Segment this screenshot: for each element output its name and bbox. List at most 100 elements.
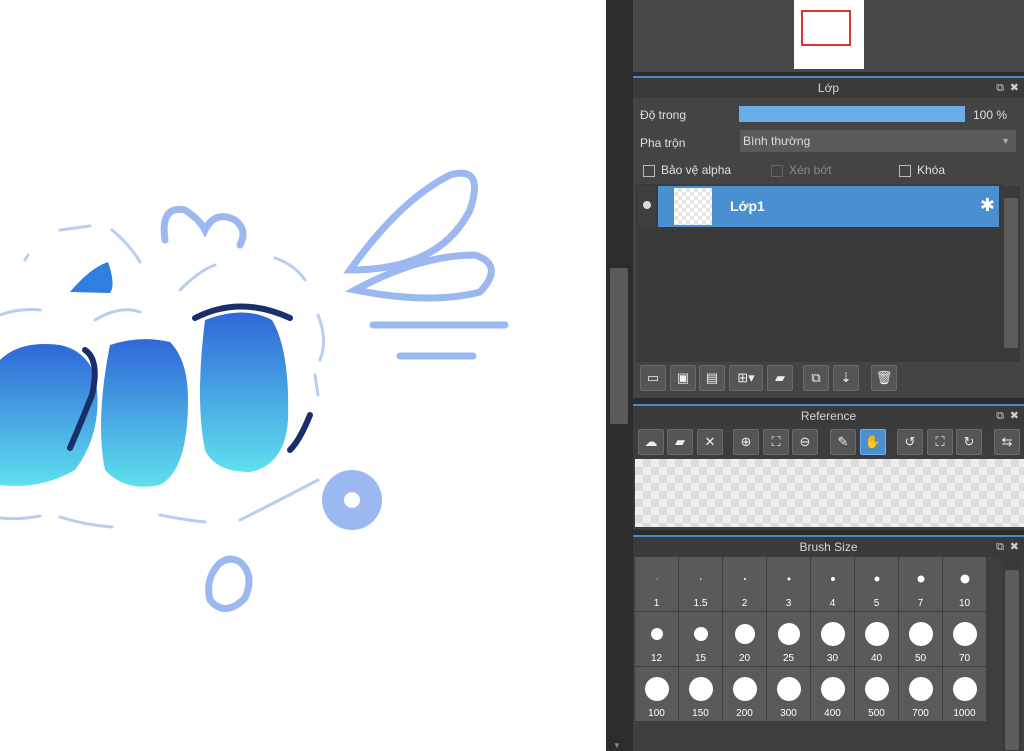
upload-icon[interactable]: ☁ (638, 429, 664, 455)
protect-alpha-label: Bảo vệ alpha (661, 163, 732, 177)
new-layer-icon[interactable]: ▭ (640, 365, 666, 391)
rotate-right-icon[interactable]: ↻ (956, 429, 982, 455)
brush-size-cell[interactable]: 100 (635, 667, 678, 721)
brush-size-cell[interactable]: 400 (811, 667, 854, 721)
layer-panel-title: Lớp ⧉ ✖ (633, 76, 1024, 98)
duplicate-layer-icon[interactable]: ⧉ (803, 365, 829, 391)
folder-icon[interactable]: ▰ (767, 365, 793, 391)
brush-size-label: 100 (648, 708, 665, 719)
close-icon[interactable]: ✖ (1010, 406, 1019, 426)
brush-size-cell[interactable]: 300 (767, 667, 810, 721)
new-layer-8bit-icon[interactable]: ▣ (670, 365, 696, 391)
brush-size-dot-icon (699, 578, 702, 580)
brush-size-cell[interactable]: 1 (635, 557, 678, 611)
brush-size-label: 2 (741, 598, 748, 609)
brush-size-label: 200 (736, 708, 753, 719)
brush-size-cell[interactable]: 20 (723, 612, 766, 666)
reference-image-area[interactable] (635, 459, 1024, 527)
blend-mode-value: Bình thường (743, 134, 811, 148)
trash-icon[interactable]: 🗑 (871, 365, 897, 391)
brush-size-label: 1 (653, 598, 660, 609)
brush-size-label: 50 (914, 653, 927, 664)
gear-icon[interactable]: ✱ (980, 195, 995, 216)
brush-size-cell[interactable]: 200 (723, 667, 766, 721)
brush-size-cell[interactable]: 1.5 (679, 557, 722, 611)
layer-row[interactable]: Lớp1 ✱ (658, 186, 999, 227)
brush-size-cell[interactable]: 50 (899, 612, 942, 666)
brush-size-label: 30 (826, 653, 839, 664)
close-icon[interactable]: ✖ (1010, 78, 1019, 98)
eyedropper-icon[interactable]: ✎ (830, 429, 856, 455)
brush-size-dot-icon (777, 623, 800, 645)
brush-size-cell[interactable]: 12 (635, 612, 678, 666)
new-layer-1bit-icon[interactable]: ▤ (699, 365, 725, 391)
fit-icon[interactable]: ⛶ (763, 429, 789, 455)
opacity-slider[interactable] (739, 106, 965, 122)
merge-layer-icon[interactable]: ⇣ (833, 365, 859, 391)
brush-size-label: 20 (738, 653, 751, 664)
brush-size-cell[interactable]: 30 (811, 612, 854, 666)
brush-size-cell[interactable]: 25 (767, 612, 810, 666)
visibility-dot-icon (643, 201, 651, 209)
lock-checkbox[interactable]: Khóa (899, 163, 945, 177)
rotate-left-icon[interactable]: ↺ (897, 429, 923, 455)
brush-size-cell[interactable]: 10 (943, 557, 986, 611)
close-icon[interactable]: ✖ (1010, 537, 1019, 557)
brush-size-dot-icon (693, 627, 708, 641)
brush-size-label: 300 (780, 708, 797, 719)
fullscreen-icon[interactable]: ⛶ (927, 429, 953, 455)
brush-size-cell[interactable]: 500 (855, 667, 898, 721)
reference-panel-title-text: Reference (800, 409, 857, 423)
brush-size-cell[interactable]: 2 (723, 557, 766, 611)
zoom-in-icon[interactable]: ⊕ (733, 429, 759, 455)
add-layer-menu-icon[interactable]: ⊞▾ (729, 365, 763, 391)
brush-size-scrollbar-thumb[interactable] (1005, 570, 1019, 750)
layer-list-scrollbar-thumb[interactable] (1004, 198, 1018, 348)
layer-list-scrollbar[interactable] (1002, 186, 1020, 362)
protect-alpha-checkbox[interactable]: Bảo vệ alpha (643, 163, 731, 177)
brush-size-dot-icon (908, 622, 933, 646)
brush-size-cell[interactable]: 1000 (943, 667, 986, 721)
undock-icon[interactable]: ⧉ (996, 78, 1004, 98)
drawing-canvas[interactable] (0, 0, 606, 751)
brush-size-dot-icon (644, 677, 669, 701)
open-folder-icon[interactable]: ▰ (667, 429, 693, 455)
hand-icon[interactable]: ✋ (860, 429, 886, 455)
brush-size-cell[interactable]: 70 (943, 612, 986, 666)
brush-size-cell[interactable]: 5 (855, 557, 898, 611)
brush-size-cell[interactable]: 40 (855, 612, 898, 666)
brush-size-dot-icon (864, 677, 889, 701)
undock-icon[interactable]: ⧉ (996, 406, 1004, 426)
brush-size-cell[interactable]: 4 (811, 557, 854, 611)
flip-icon[interactable]: ⇆ (994, 429, 1020, 455)
brush-size-cell[interactable]: 150 (679, 667, 722, 721)
navigator-thumbnail[interactable] (794, 0, 864, 69)
undock-icon[interactable]: ⧉ (996, 537, 1004, 557)
brush-size-cell[interactable]: 700 (899, 667, 942, 721)
canvas-scrollbar-thumb[interactable] (610, 268, 628, 424)
scroll-down-icon[interactable]: ▼ (613, 741, 623, 751)
navigator-viewport-box[interactable] (801, 10, 851, 46)
brush-size-dot-icon (864, 622, 889, 646)
zoom-out-icon[interactable]: ⊖ (792, 429, 818, 455)
brush-size-label: 70 (958, 653, 971, 664)
clipping-label: Xén bớt (789, 163, 832, 177)
brush-size-dot-icon (732, 677, 757, 701)
opacity-value: 100 % (973, 108, 1008, 122)
brush-size-label: 10 (958, 598, 971, 609)
navigator-panel (633, 0, 1024, 72)
clipping-checkbox[interactable]: Xén bớt (771, 163, 832, 177)
checkbox-icon (771, 164, 783, 177)
brush-size-cell[interactable]: 7 (899, 557, 942, 611)
brush-size-cell[interactable]: 15 (679, 612, 722, 666)
brush-size-label: 700 (912, 708, 929, 719)
layer-visibility-toggle[interactable] (638, 186, 656, 227)
brush-size-panel-title: Brush Size ⧉ ✖ (633, 535, 1024, 557)
close-reference-icon[interactable]: ✕ (697, 429, 723, 455)
brush-size-label: 1.5 (693, 598, 708, 609)
brush-size-cell[interactable]: 3 (767, 557, 810, 611)
blend-mode-select[interactable]: Bình thường ▼ (740, 130, 1016, 152)
brush-size-scrollbar[interactable] (1003, 556, 1021, 751)
checkbox-icon (899, 164, 911, 177)
brush-size-label: 25 (782, 653, 795, 664)
